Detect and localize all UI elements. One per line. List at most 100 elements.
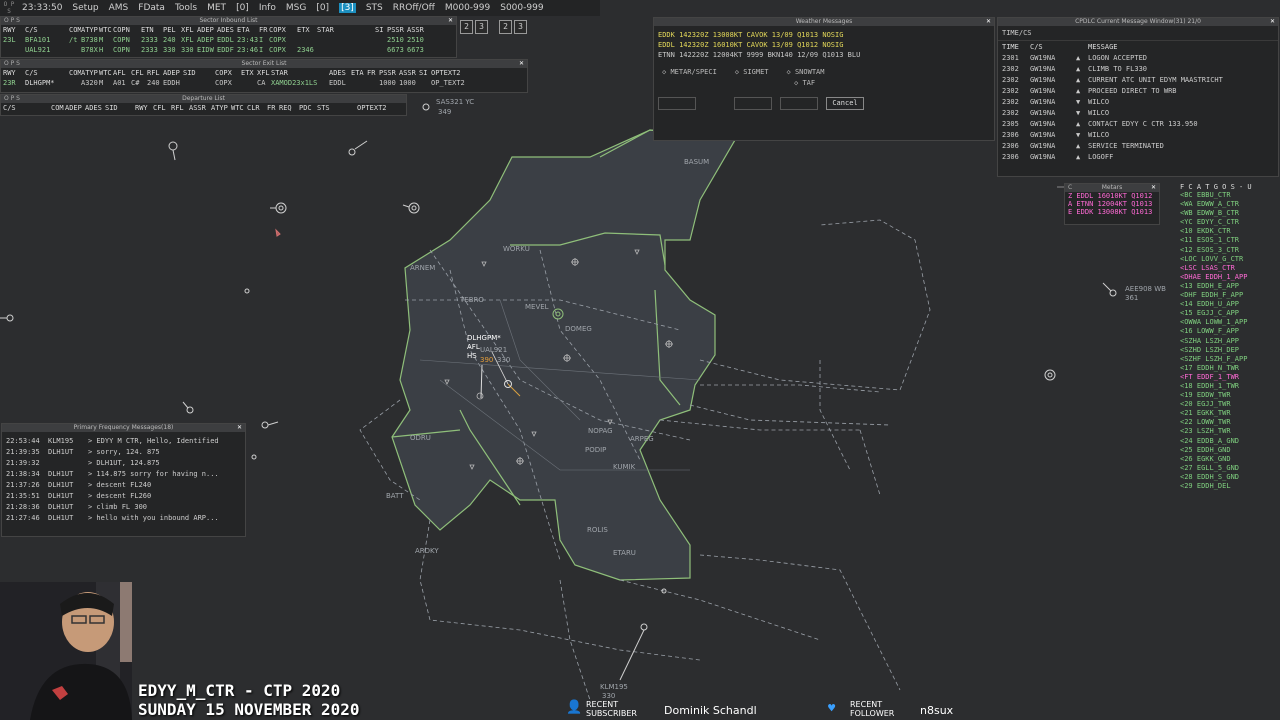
col-header[interactable]: ADES: [85, 104, 105, 112]
cell[interactable]: 6673: [407, 46, 427, 54]
cancel-button[interactable]: Cancel: [826, 97, 864, 110]
col-header[interactable]: COPN: [113, 26, 141, 34]
frequency-item[interactable]: <WB EDWW_B_CTR: [1180, 209, 1280, 218]
cell-star[interactable]: XAMOD23x1LS: [271, 79, 329, 87]
col-header[interactable]: ETX: [241, 69, 257, 77]
close-icon[interactable]: ✕: [237, 424, 242, 432]
col-header[interactable]: FR: [367, 69, 379, 77]
frequency-message-row[interactable]: 21:27:46 DLH1UT > hello with you inbound A…: [2, 512, 245, 523]
col-header[interactable]: ADES: [329, 69, 351, 77]
window-titlebar[interactable]: Primary Frequency Messages(18) ✕: [2, 424, 245, 432]
frequency-item[interactable]: <10 EKDK_CTR: [1180, 227, 1280, 236]
col-header[interactable]: WTC: [99, 26, 113, 34]
cpdlc-message-row[interactable]: 2302 GW19NA ▼ WILCO: [998, 107, 1278, 118]
col-header[interactable]: C/S: [25, 26, 69, 34]
frequency-item[interactable]: <26 EGKK_GND: [1180, 455, 1280, 464]
col-header[interactable]: OPTEXT2: [431, 69, 471, 77]
menu-setup[interactable]: Setup: [72, 3, 98, 13]
cell-callsign[interactable]: UAL921: [25, 46, 69, 54]
metar-line[interactable]: Z EDDL 16010KT Q1012: [1065, 192, 1159, 200]
frequency-item[interactable]: <13 EDDH_E_APP: [1180, 282, 1280, 291]
close-icon[interactable]: ✕: [519, 60, 524, 68]
frequency-item[interactable]: <18 EDDH_1_TWR: [1180, 382, 1280, 391]
window-titlebar[interactable]: CPDLC Current Message Window(31) 21/0 ✕: [998, 18, 1278, 26]
col-header[interactable]: COM: [69, 69, 81, 77]
menu-rroff[interactable]: RROff/Off: [393, 3, 435, 13]
col-header[interactable]: XFL: [257, 69, 271, 77]
window-titlebar[interactable]: Weather Messages ✕: [654, 18, 994, 26]
frequency-item[interactable]: <SZHF LSZH_F_APP: [1180, 355, 1280, 364]
col-header[interactable]: REQ: [279, 104, 299, 112]
wx-option-metar[interactable]: ◇ METAR/SPECI: [662, 68, 717, 76]
col-header[interactable]: COPX: [215, 69, 241, 77]
col-header[interactable]: ADEP: [65, 104, 85, 112]
menu-met-count[interactable]: [0]: [236, 3, 249, 13]
window-menu-icon[interactable]: C: [1068, 184, 1072, 192]
wx-line[interactable]: ETNN 142220Z 12004KT 9999 BKN140 12/09 Q…: [654, 50, 994, 60]
col-header[interactable]: ETA: [237, 26, 259, 34]
sector-inbound-list[interactable]: O P S Sector Inbound List ✕ RWY C/S COM AT…: [0, 16, 457, 58]
frequency-item[interactable]: <DHAE EDDH_1_APP: [1180, 273, 1280, 282]
col-header[interactable]: RFL: [171, 104, 189, 112]
metar-line[interactable]: A ETNN 12004KT Q1013: [1065, 200, 1159, 208]
menu-m-filter[interactable]: M000-999: [445, 3, 490, 13]
col-header[interactable]: SID: [183, 69, 215, 77]
menu-dots[interactable]: O P S: [0, 1, 18, 15]
wx-line[interactable]: EDDK 142320Z 13008KT CAVOK 13/09 Q1013 N…: [654, 30, 994, 40]
col-header[interactable]: PSSR: [379, 69, 399, 77]
cpdlc-message-row[interactable]: 2306 GW19NA ▲ SERVICE TERMINATED: [998, 140, 1278, 151]
frequency-item[interactable]: <23 LSZH_TWR: [1180, 427, 1280, 436]
menu-met[interactable]: MET: [207, 3, 226, 13]
frequency-message-row[interactable]: 22:53:44 KLM195 > EDYY M CTR, Hello, Ident…: [2, 435, 245, 446]
frequency-item[interactable]: <FT EDDF_1_TWR: [1180, 373, 1280, 382]
ctrl-button[interactable]: 2: [499, 20, 512, 34]
window-titlebar[interactable]: O P S Sector Inbound List ✕: [1, 17, 456, 25]
table-row[interactable]: 23R DLHGPM* A320 M A01 C# 240 EDDH COPX …: [1, 78, 527, 88]
frequency-item[interactable]: <27 EGLL_5_GND: [1180, 464, 1280, 473]
col-header[interactable]: CFL: [131, 69, 147, 77]
cell-callsign[interactable]: BFA101: [25, 36, 69, 44]
frequency-list[interactable]: F C A T G O S - U <BC EBBU_CTR <WA EDWW_A…: [1180, 183, 1280, 491]
frequency-item[interactable]: <SZHD LSZH_DEP: [1180, 346, 1280, 355]
cpdlc-filter[interactable]: TIME/CS: [998, 26, 1278, 41]
window-menu-icon[interactable]: O P S: [4, 95, 20, 103]
frequency-item[interactable]: <24 EDDB_A_GND: [1180, 437, 1280, 446]
cpdlc-message-row[interactable]: 2302 GW19NA ▼ WILCO: [998, 96, 1278, 107]
col-header[interactable]: RWY: [135, 104, 153, 112]
sector-exit-list[interactable]: O P S Sector Exit List ✕ RWY C/S COM ATYP …: [0, 59, 528, 93]
cpdlc-window[interactable]: CPDLC Current Message Window(31) 21/0 ✕ T…: [997, 17, 1279, 177]
menu-ams[interactable]: AMS: [109, 3, 129, 13]
frequency-item[interactable]: <28 EDDH_S_GND: [1180, 473, 1280, 482]
col-header[interactable]: PEL: [163, 26, 181, 34]
ctrl-button[interactable]: 3: [475, 20, 488, 34]
cpdlc-message-row[interactable]: 2302 GW19NA ▲ CLIMB TO FL330: [998, 63, 1278, 74]
col-header[interactable]: WTC: [99, 69, 113, 77]
col-header[interactable]: COM: [69, 26, 81, 34]
ctrl-button[interactable]: 2: [460, 20, 473, 34]
cell[interactable]: 330: [163, 46, 181, 54]
cpdlc-message-row[interactable]: 2301 GW19NA ▲ LOGON ACCEPTED: [998, 52, 1278, 63]
col-header[interactable]: CFL: [153, 104, 171, 112]
frequency-item[interactable]: <DHF EDDH_F_APP: [1180, 291, 1280, 300]
frequency-item[interactable]: <BC EBBU_CTR: [1180, 191, 1280, 200]
col-header[interactable]: FR: [259, 26, 269, 34]
col-header[interactable]: ADEP: [163, 69, 183, 77]
frequency-message-row[interactable]: 21:39:35 DLH1UT > sorry, 124. 875: [2, 446, 245, 457]
col-header[interactable]: ASSR: [189, 104, 211, 112]
wx-option-snowtam[interactable]: ◇ SNOWTAM: [787, 68, 825, 76]
col-header[interactable]: PSSR: [387, 26, 407, 34]
frequency-item[interactable]: <SZHA LSZH_APP: [1180, 337, 1280, 346]
close-icon[interactable]: ✕: [1151, 184, 1156, 192]
menu-sts[interactable]: STS: [366, 3, 383, 13]
cell[interactable]: C#: [131, 79, 147, 87]
cell-callsign[interactable]: DLHGPM*: [25, 79, 69, 87]
col-header[interactable]: XFL: [181, 26, 197, 34]
col-header[interactable]: ETX: [297, 26, 317, 34]
menu-msg[interactable]: MSG: [286, 3, 306, 13]
cell[interactable]: 240: [163, 36, 181, 44]
col-header[interactable]: COM: [51, 104, 65, 112]
frequency-item[interactable]: <YC EDYY_C_CTR: [1180, 218, 1280, 227]
menu-s-filter[interactable]: S000-999: [500, 3, 543, 13]
frequency-item[interactable]: <LOC LOVV_G_CTR: [1180, 255, 1280, 264]
col-header[interactable]: C/S: [3, 104, 51, 112]
